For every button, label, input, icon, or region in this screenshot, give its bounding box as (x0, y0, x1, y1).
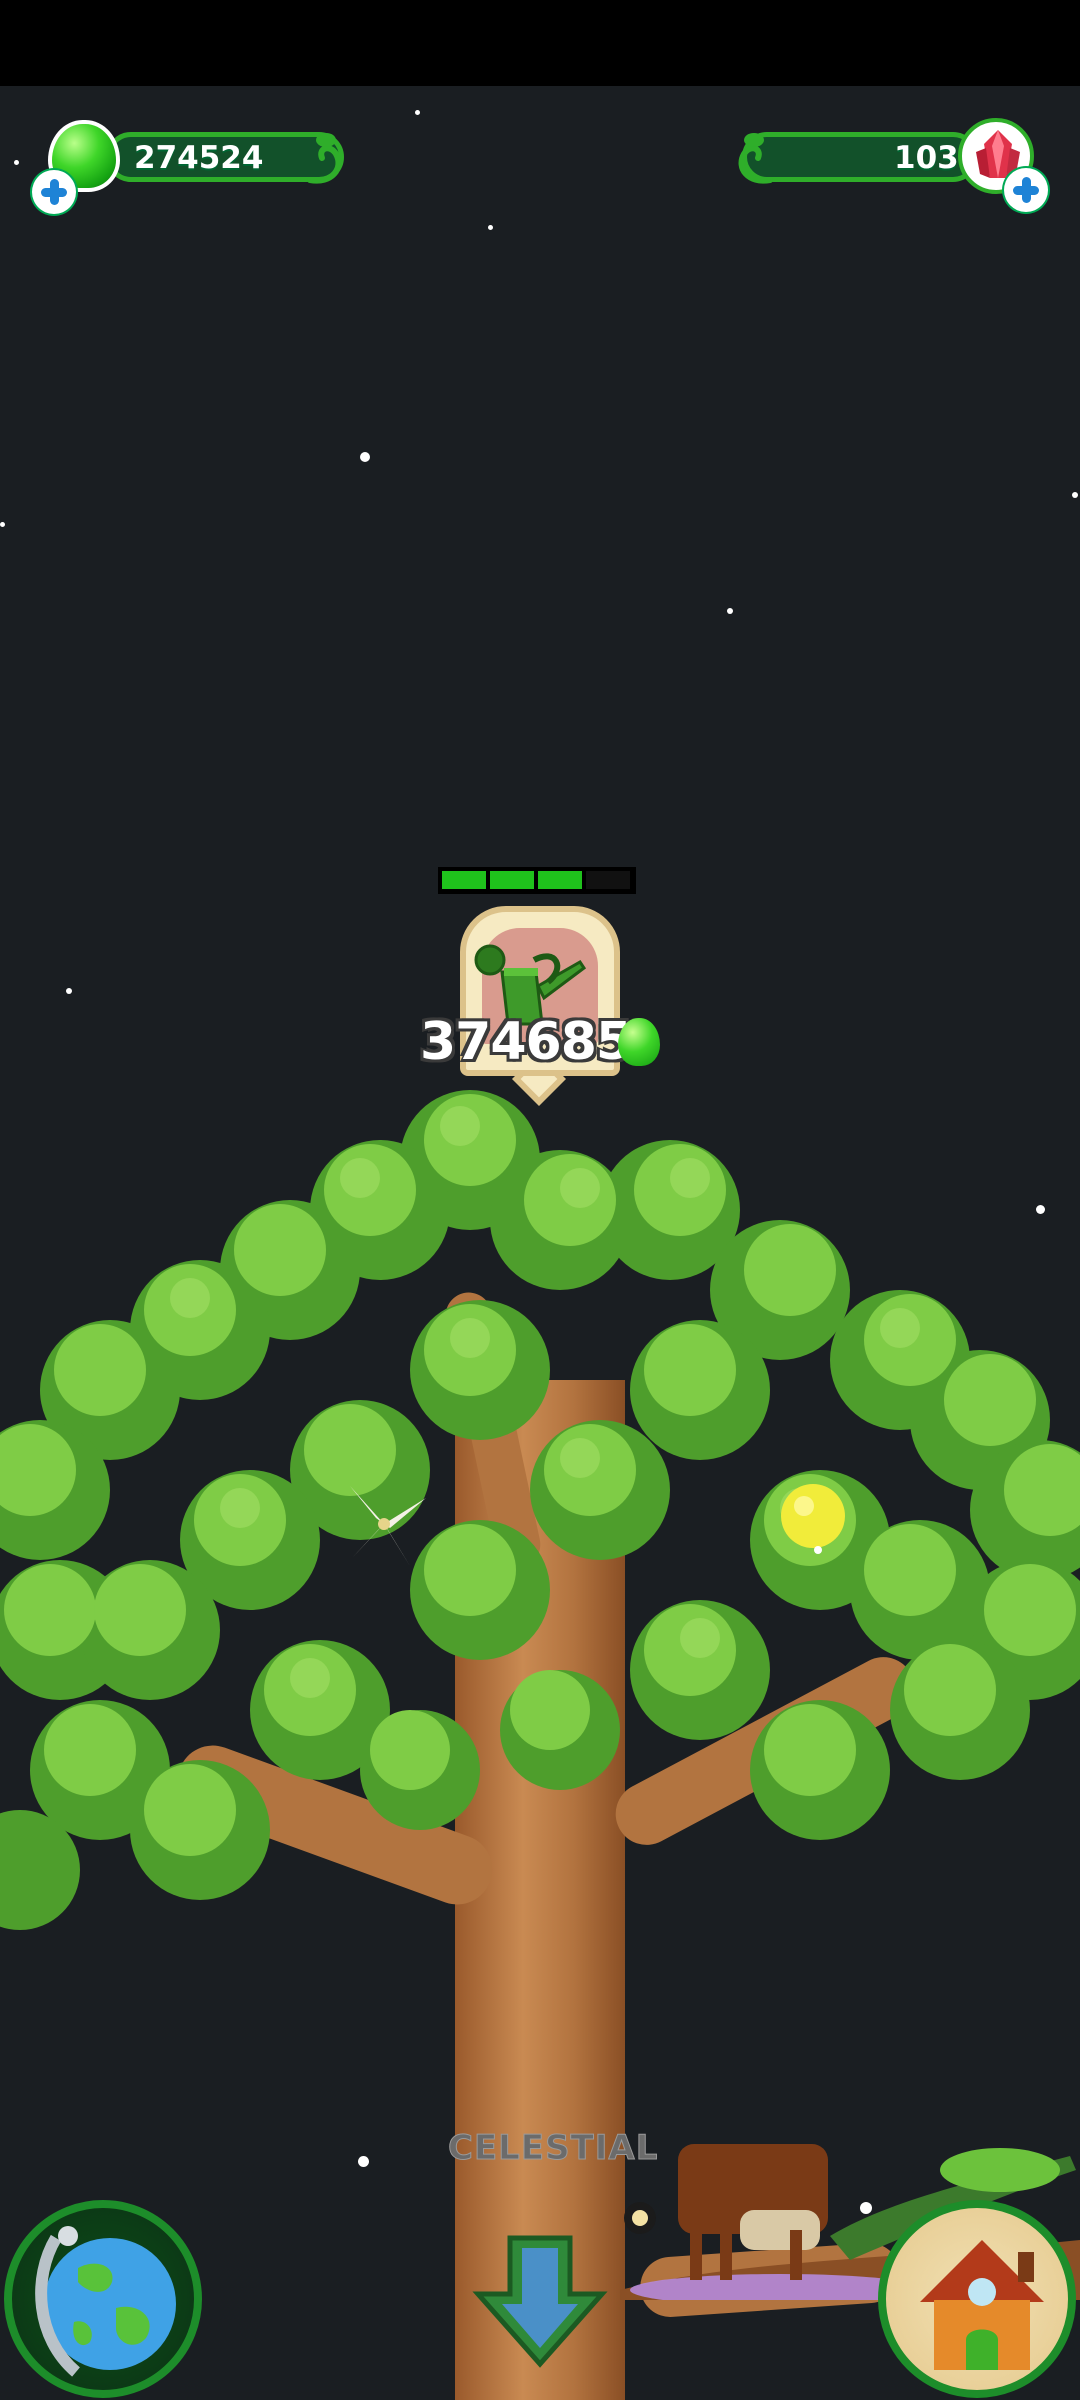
crystal-count: 103 (894, 140, 959, 176)
star (358, 2156, 369, 2167)
star (415, 110, 420, 115)
star (14, 160, 19, 165)
yellow-lemon-icon[interactable] (778, 1480, 848, 1554)
descend-button[interactable] (470, 2232, 610, 2372)
add-crystals-button[interactable] (1004, 168, 1048, 212)
globe-icon (35, 2226, 176, 2377)
star (488, 225, 493, 230)
progress-segment (490, 871, 534, 889)
home-button[interactable] (878, 2200, 1076, 2398)
vine-icon (307, 133, 342, 184)
gem-count: 274524 (134, 140, 264, 176)
world-map-button[interactable] (4, 2200, 202, 2398)
star (66, 988, 72, 994)
tree-canopy (0, 1090, 1080, 1930)
status-bar (0, 0, 1080, 86)
progress-segment (442, 871, 486, 889)
down-arrow-icon (472, 2235, 608, 2368)
green-gem-icon (618, 1018, 660, 1066)
reward-amount: 374685 (420, 1012, 632, 1072)
house-icon (920, 2240, 1044, 2370)
star (360, 452, 370, 462)
star (1072, 492, 1078, 498)
vine-icon (738, 133, 773, 184)
add-gems-button[interactable] (32, 170, 76, 214)
progress-segment (538, 871, 582, 889)
star (727, 608, 733, 614)
star (0, 522, 5, 527)
white-lily-icon[interactable] (330, 1478, 438, 1570)
progress-segment (586, 871, 630, 889)
